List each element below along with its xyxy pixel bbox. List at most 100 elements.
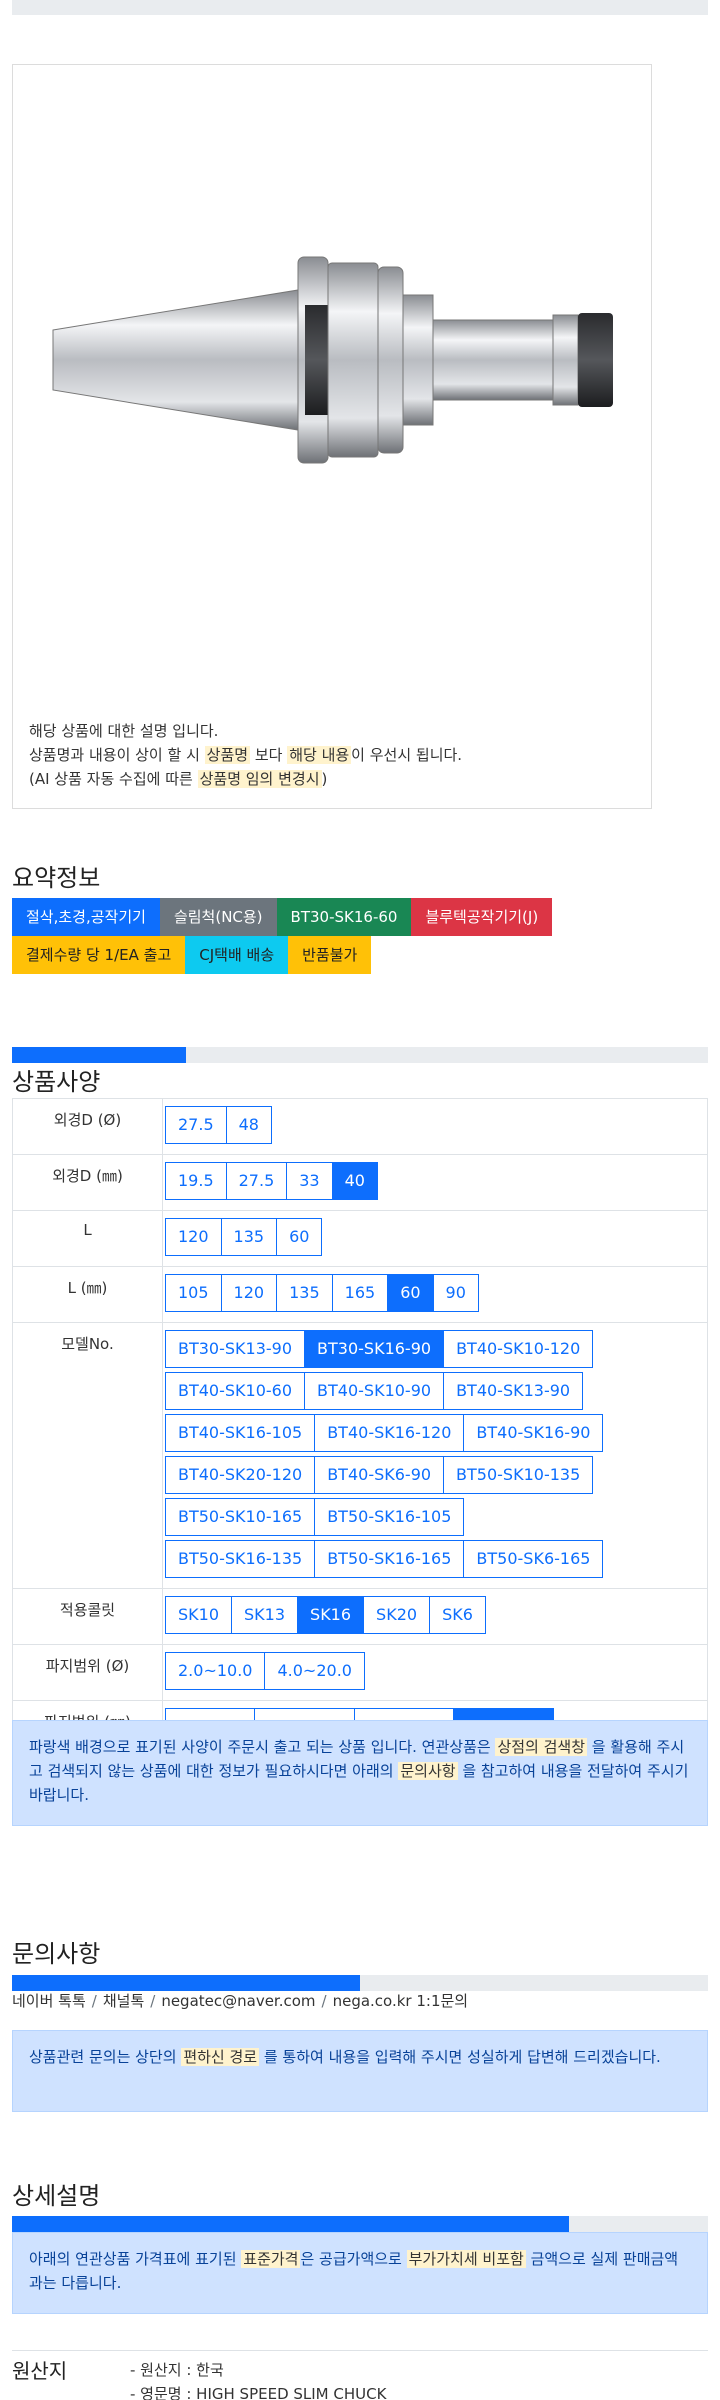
- spec-option-button[interactable]: BT40-SK10-60: [165, 1372, 306, 1410]
- spec-option-button[interactable]: 135: [220, 1218, 278, 1256]
- summary-tag: 절삭,초경,공작기기: [12, 898, 160, 936]
- origin-item: - 영문명 : HIGH SPEED SLIM CHUCK: [130, 2385, 387, 2400]
- spec-label: 모델No.: [12, 1322, 163, 1589]
- summary-tag: CJ택배 배송: [185, 936, 289, 974]
- spec-option-button[interactable]: BT40-SK20-120: [165, 1456, 316, 1494]
- spec-row: 모델No. BT30-SK13-90 BT30-SK16-90 BT40-SK10-1…: [12, 1322, 708, 1589]
- spec-option-button[interactable]: 165: [331, 1274, 389, 1312]
- option-group: BT30-SK13-90 BT30-SK16-90 BT40-SK10-120 BT4…: [165, 1330, 605, 1582]
- spec-option-button[interactable]: SK13: [231, 1596, 299, 1634]
- spec-option-button[interactable]: SK10: [165, 1596, 233, 1634]
- contact-separator: /: [321, 1992, 327, 2010]
- contact-channels: 네이버 톡톡 / 채널톡 / negatec@naver.com / nega.co.kr …: [12, 1990, 468, 2011]
- spec-row: 적용콜릿 SK10 SK13 SK16 SK20 SK6: [12, 1588, 708, 1645]
- spec-table: 외경D (Ø) 27.5 48 외경D (㎜) 19.5 27.5 33 40 L 120 135 6…: [12, 1098, 708, 1757]
- contact-channel[interactable]: 네이버 톡톡: [12, 1992, 86, 2010]
- origin-list: - 원산지 : 한국 - 영문명 : HIGH SPEED SLIM CHUCK: [130, 2358, 386, 2400]
- spec-option-button[interactable]: 33: [286, 1162, 333, 1200]
- spec-option-button[interactable]: 105: [165, 1274, 222, 1312]
- spec-options: 19.5 27.5 33 40: [162, 1154, 708, 1211]
- highlight-product-name: 상품명: [204, 746, 251, 764]
- spec-label: 외경D (Ø): [12, 1098, 163, 1155]
- highlight-content: 해당 내용: [287, 746, 352, 764]
- details-progress: [12, 2216, 708, 2232]
- spec-row: 외경D (Ø) 27.5 48: [12, 1098, 708, 1155]
- spec-label: 파지범위 (Ø): [12, 1644, 163, 1701]
- summary-tag: BT30-SK16-60: [276, 898, 412, 936]
- summary-tag: 블루텍공작기기(J): [411, 898, 553, 936]
- specs-notice: 파랑색 배경으로 표기된 사양이 주문시 출고 되는 상품 입니다. 연관상품은…: [12, 1720, 708, 1826]
- description-text: 이 우선시 됩니다.: [351, 746, 463, 764]
- specs-progress-fill: [12, 1047, 186, 1063]
- highlight-route: 편하신 경로: [181, 2048, 260, 2066]
- spec-option-button[interactable]: 27.5: [225, 1162, 288, 1200]
- spec-option-button[interactable]: BT50-SK10-135: [443, 1456, 594, 1494]
- spec-option-button[interactable]: 120: [220, 1274, 278, 1312]
- contact-separator: /: [150, 1992, 156, 2010]
- spec-option-button[interactable]: BT50-SK16-135: [165, 1540, 316, 1578]
- contact-separator: /: [91, 1992, 97, 2010]
- spec-row: L 120 135 60: [12, 1210, 708, 1267]
- spec-option-button[interactable]: 19.5: [165, 1162, 227, 1200]
- tool-holder-image: [52, 256, 613, 464]
- notice-text: 아래의 연관상품 가격표에 표기된: [29, 2250, 242, 2268]
- highlight-vat: 부가가치세 비포함: [406, 2250, 526, 2268]
- spec-option-button[interactable]: BT50-SK16-105: [314, 1498, 465, 1536]
- spec-option-button[interactable]: BT50-SK6-165: [463, 1540, 604, 1578]
- spec-row: 파지범위 (Ø) 2.0~10.0 4.0~20.0: [12, 1644, 708, 1701]
- spec-option-button[interactable]: 120: [165, 1218, 222, 1256]
- spec-options: 27.5 48: [162, 1098, 708, 1155]
- notice-text: 파랑색 배경으로 표기된 사양이 주문시 출고 되는 상품 입니다. 연관상품은: [29, 1738, 496, 1756]
- description-line: 해당 상품에 대한 설명 입니다.: [29, 722, 219, 740]
- description-text: 보다: [250, 746, 288, 764]
- spec-option-button[interactable]: 40: [331, 1162, 378, 1200]
- contact-channel[interactable]: negatec@naver.com: [161, 1992, 315, 2010]
- spec-option-button[interactable]: BT30-SK13-90: [165, 1330, 306, 1368]
- spec-option-button[interactable]: SK16: [297, 1596, 365, 1634]
- spec-option-button[interactable]: SK6: [429, 1596, 486, 1634]
- option-group: 120 135 60: [165, 1218, 605, 1260]
- spec-option-button[interactable]: BT40-SK16-105: [165, 1414, 316, 1452]
- summary-tag: 슬림척(NC용): [159, 898, 277, 936]
- spec-label: 외경D (㎜): [12, 1154, 163, 1211]
- origin-divider: [12, 2350, 708, 2351]
- spec-option-button[interactable]: BT40-SK16-90: [463, 1414, 604, 1452]
- spec-option-button[interactable]: BT50-SK16-165: [314, 1540, 465, 1578]
- spec-option-button[interactable]: 90: [432, 1274, 479, 1312]
- spec-option-button[interactable]: SK20: [363, 1596, 431, 1634]
- description-text: ): [321, 770, 328, 788]
- spec-option-button[interactable]: BT50-SK10-165: [165, 1498, 316, 1536]
- spec-option-button[interactable]: 60: [387, 1274, 434, 1312]
- spec-option-button[interactable]: 48: [225, 1106, 272, 1144]
- spec-option-button[interactable]: BT40-SK16-120: [314, 1414, 465, 1452]
- spec-option-button[interactable]: 135: [276, 1274, 333, 1312]
- spec-option-button[interactable]: 2.0~10.0: [165, 1652, 266, 1690]
- notice-text: 를 통하여 내용을 입력해 주시면 성실하게 답변해 드리겠습니다.: [259, 2048, 661, 2066]
- spec-options: 120 135 60: [162, 1210, 708, 1267]
- summary-tag: 반품불가: [288, 936, 372, 974]
- specs-title: 상품사양: [12, 1068, 101, 1096]
- contact-channel[interactable]: 채널톡: [103, 1992, 144, 2010]
- spec-option-button[interactable]: BT40-SK10-90: [304, 1372, 445, 1410]
- product-description: 해당 상품에 대한 설명 입니다. 상품명과 내용이 상이 할 시 상품명 보다…: [29, 719, 462, 791]
- spec-option-button[interactable]: BT40-SK10-120: [443, 1330, 594, 1368]
- description-text: (AI 상품 자동 수집에 따른: [29, 770, 198, 788]
- highlight-inquiry: 문의사항: [398, 1762, 458, 1780]
- spec-options: 2.0~10.0 4.0~20.0: [162, 1644, 708, 1701]
- spec-option-button[interactable]: 60: [276, 1218, 323, 1256]
- contact-channel[interactable]: nega.co.kr 1:1문의: [333, 1992, 469, 2010]
- spec-label: L (㎜): [12, 1266, 163, 1323]
- details-notice: 아래의 연관상품 가격표에 표기된 표준가격 은 공급가액으로 부가가치세 비포함…: [12, 2232, 708, 2314]
- inquiry-progress: [12, 1975, 708, 1991]
- summary-tag: 결제수량 당 1/EA 출고: [12, 936, 186, 974]
- spec-option-button[interactable]: 27.5: [165, 1106, 227, 1144]
- spec-option-button[interactable]: BT30-SK16-90: [304, 1330, 445, 1368]
- spec-option-button[interactable]: BT40-SK6-90: [314, 1456, 445, 1494]
- specs-progress: [12, 1047, 708, 1063]
- highlight-rename: 상품명 임의 변경시: [197, 770, 322, 788]
- inquiry-notice: 상품관련 문의는 상단의 편하신 경로 를 통하여 내용을 입력해 주시면 성실…: [12, 2030, 708, 2112]
- notice-text: 상품관련 문의는 상단의: [29, 2048, 182, 2066]
- spec-option-button[interactable]: 4.0~20.0: [264, 1652, 365, 1690]
- details-progress-fill: [12, 2216, 569, 2232]
- spec-option-button[interactable]: BT40-SK13-90: [443, 1372, 584, 1410]
